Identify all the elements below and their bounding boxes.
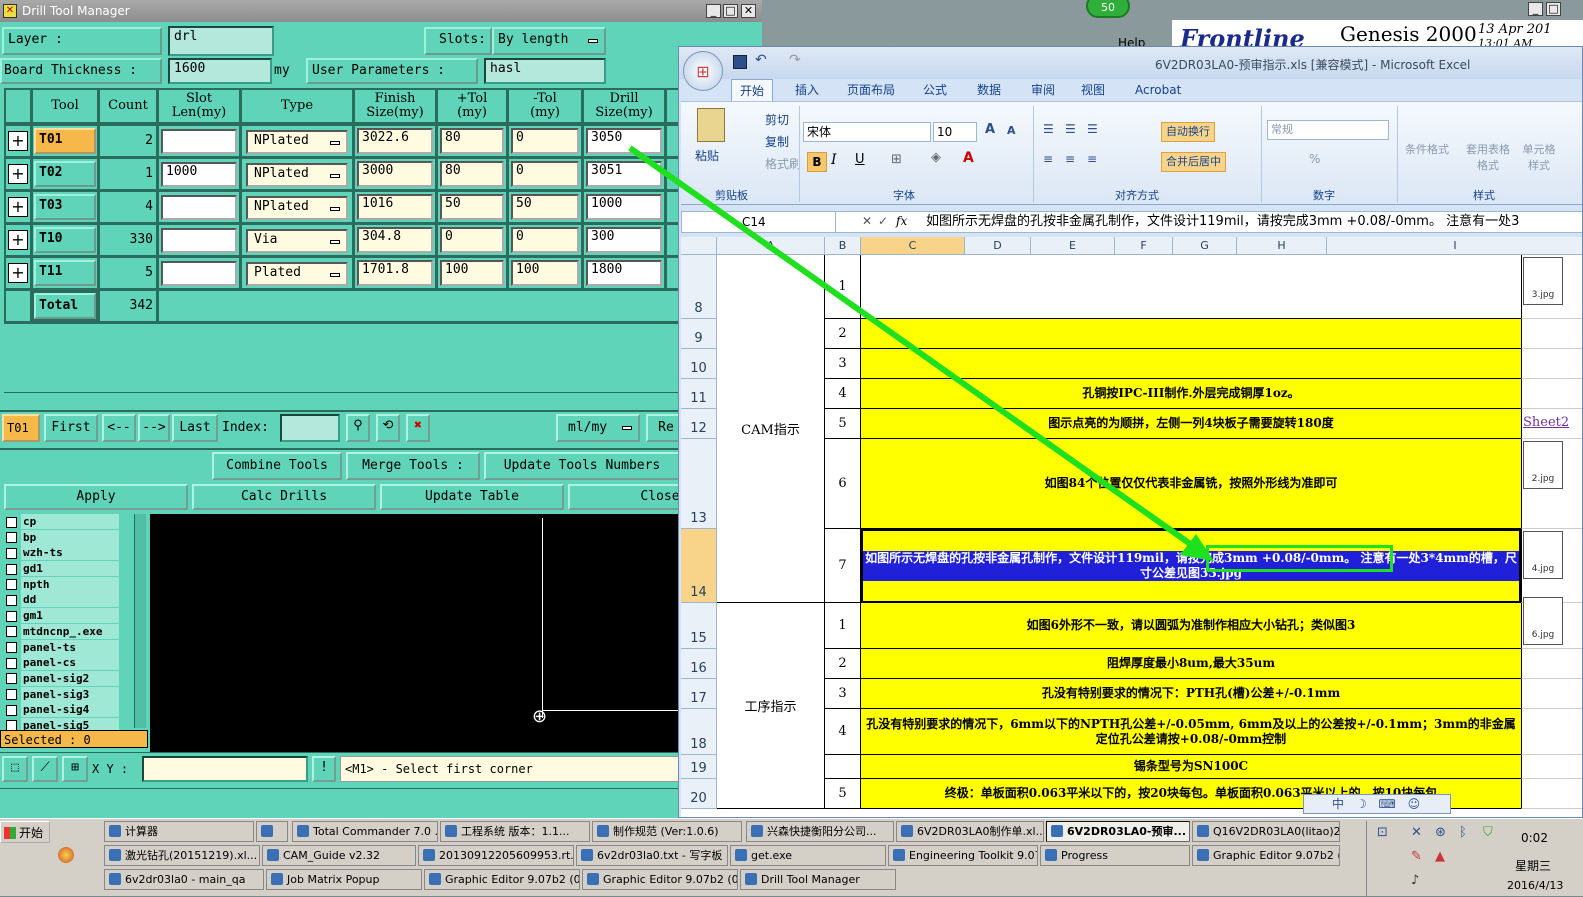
taskbar-item-label: get.exe — [751, 849, 793, 862]
app-icon — [745, 873, 757, 885]
taskbar-item[interactable]: 6v2dr03la0 - main_qa — [104, 869, 264, 890]
app-icon — [429, 873, 441, 885]
clock-day: 星期三 — [1515, 859, 1552, 873]
taskbar-item-label: 6v2dr03la0 - main_qa — [125, 873, 246, 886]
app-icon — [893, 849, 905, 861]
taskbar-item-label: Engineering Toolkit 9.07... — [909, 849, 1038, 862]
clock-time: 0:02 — [1521, 831, 1548, 845]
start-label: 开始 — [19, 826, 44, 840]
taskbar-item-label: Progress — [1061, 849, 1108, 862]
highlight-box — [1206, 545, 1393, 572]
taskbar-item[interactable]: 6V2DR03LA0-预审... — [1046, 821, 1190, 842]
app-icon — [267, 849, 279, 861]
start-button[interactable]: 开始 — [0, 821, 50, 843]
taskbar-item-label: 6v2dr03la0.txt - 写字板 — [597, 849, 723, 862]
app-icon — [581, 849, 593, 861]
app-icon — [751, 825, 763, 837]
taskbar-item[interactable]: CAM_Guide v2.32 — [262, 845, 416, 866]
taskbar-item-label: Graphic Editor 9.07b2 (0... — [445, 873, 580, 886]
tray-icon: ▲ — [1435, 849, 1445, 864]
windows-logo-icon — [4, 827, 16, 839]
taskbar-item[interactable]: Total Commander 7.0 ... — [292, 821, 438, 842]
taskbar-item[interactable] — [256, 821, 288, 842]
taskbar-item[interactable]: Engineering Toolkit 9.07... — [888, 845, 1038, 866]
taskbar-item-label: 制作规范 (Ver:1.0.6) — [613, 825, 719, 838]
clock-date: 2016/4/13 — [1507, 879, 1564, 892]
taskbar-item[interactable]: Job Matrix Popup — [266, 869, 422, 890]
app-icon — [901, 825, 913, 837]
taskbar-item-label: 6V2DR03LA0制作单.xl... — [917, 825, 1044, 838]
app-icon — [261, 825, 273, 837]
tray-icon: ✎ — [1411, 849, 1422, 864]
taskbar-item[interactable]: get.exe — [730, 845, 886, 866]
taskbar-item[interactable]: Progress — [1040, 845, 1190, 866]
taskbar-item[interactable]: Graphic Editor 9.07b2 (... — [1192, 845, 1340, 866]
taskbar-item-label: Q16V2DR03LA0(litao)2... — [1213, 825, 1340, 838]
app-icon — [423, 849, 435, 861]
app-icon — [735, 849, 747, 861]
taskbar-item-label: 20130912205609953.rt... — [439, 849, 574, 862]
taskbar-item[interactable]: 20130912205609953.rt... — [418, 845, 574, 866]
taskbar-item[interactable]: 6V2DR03LA0制作单.xl... — [896, 821, 1044, 842]
tray-icon: ✕ — [1411, 825, 1422, 840]
user-icon: ☺ — [1407, 797, 1421, 811]
annotation-arrow — [628, 145, 1214, 561]
app-icon — [109, 825, 121, 837]
app-icon — [1197, 825, 1209, 837]
app-icon — [109, 849, 121, 861]
keyboard-icon: ⌨ — [1378, 797, 1396, 811]
app-icon — [597, 825, 609, 837]
moon-icon: ☽ — [1355, 797, 1367, 811]
tray-icon: ⊡ — [1377, 825, 1388, 840]
app-icon — [587, 873, 599, 885]
taskbar-item[interactable]: Graphic Editor 9.07b2 (0... — [582, 869, 738, 890]
taskbar: 开始 计算器 Total Commander 7.0 ... 工程系统 版本：1.1… — [0, 818, 1583, 897]
taskbar-item-label: Job Matrix Popup — [287, 873, 380, 886]
app-icon — [445, 825, 457, 837]
taskbar-item[interactable]: Graphic Editor 9.07b2 (0... — [424, 869, 580, 890]
app-icon — [109, 873, 121, 885]
ime-mode: 中 — [1332, 797, 1345, 811]
shield-icon: ⛉ — [1483, 825, 1493, 840]
taskbar-item[interactable]: 6v2dr03la0.txt - 写字板 — [576, 845, 728, 866]
app-icon — [297, 825, 309, 837]
taskbar-item-label: 计算器 — [125, 825, 158, 838]
app-icon — [1197, 849, 1209, 861]
taskbar-item[interactable]: 制作规范 (Ver:1.0.6) — [592, 821, 742, 842]
taskbar-item-label: 激光钻孔(20151219).xl... — [125, 849, 258, 862]
tray-icon: ⊛ — [1435, 825, 1446, 840]
app-icon — [271, 873, 283, 885]
quick-launch-icon[interactable] — [58, 847, 74, 863]
taskbar-item-label: 工程系统 版本：1.1... — [461, 825, 570, 838]
taskbar-item[interactable]: 工程系统 版本：1.1... — [440, 821, 590, 842]
taskbar-item-label: Total Commander 7.0 ... — [313, 825, 438, 838]
taskbar-item-label: Graphic Editor 9.07b2 (0... — [603, 873, 738, 886]
taskbar-item[interactable]: Drill Tool Manager — [740, 869, 896, 890]
taskbar-item-label: CAM_Guide v2.32 — [283, 849, 380, 862]
taskbar-item-label: 兴森快捷衡阳分公司... — [767, 825, 877, 838]
taskbar-item[interactable]: 激光钻孔(20151219).xl... — [104, 845, 260, 866]
app-icon — [1045, 849, 1057, 861]
taskbar-item[interactable]: 计算器 — [104, 821, 254, 842]
taskbar-item-label: 6V2DR03LA0-预审... — [1067, 825, 1187, 838]
bluetooth-icon: ᛒ — [1459, 825, 1467, 840]
volume-icon: ♪ — [1411, 873, 1420, 888]
taskbar-item-label: Drill Tool Manager — [761, 873, 860, 886]
taskbar-item-label: Graphic Editor 9.07b2 (... — [1213, 849, 1340, 862]
app-icon — [1051, 825, 1063, 837]
ime-toolbar[interactable]: 中 ☽ ⌨ ☺ — [1303, 794, 1451, 814]
system-tray: ⊡ ✕ ⊛ ᛒ ⛉ ✎ ▲ ♪ 0:02 星期三 2016/4/13 — [1366, 821, 1583, 897]
taskbar-item[interactable]: Q16V2DR03LA0(litao)2... — [1192, 821, 1340, 842]
taskbar-item[interactable]: 兴森快捷衡阳分公司... — [746, 821, 894, 842]
